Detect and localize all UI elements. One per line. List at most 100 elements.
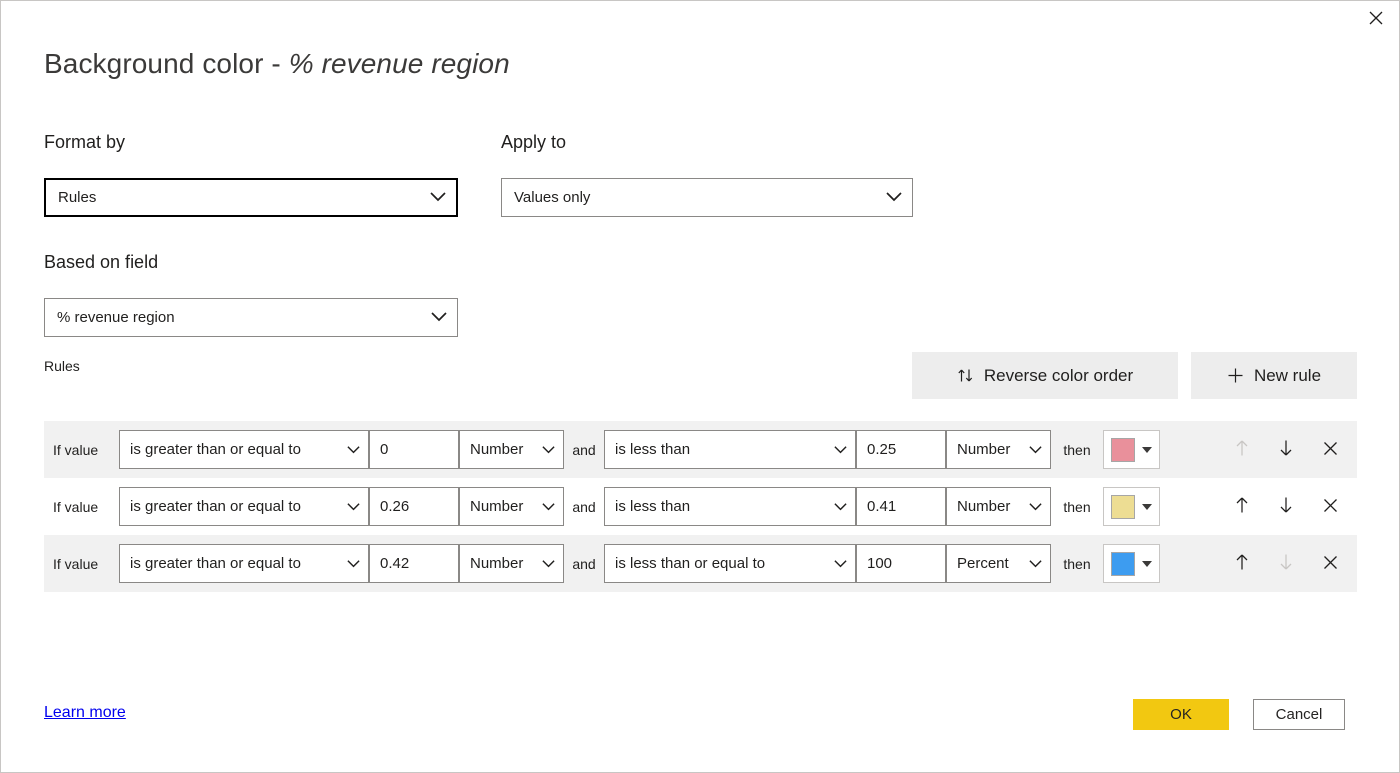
cancel-button[interactable]: Cancel: [1253, 699, 1345, 730]
close-button[interactable]: [1353, 1, 1399, 35]
rule-condition2-value: is less than or equal to: [615, 555, 766, 572]
sort-arrows-icon: [957, 367, 974, 384]
rule-condition1-value: is greater than or equal to: [130, 555, 301, 572]
apply-to-label: Apply to: [501, 132, 567, 152]
based-on-field-label: Based on field: [44, 252, 159, 272]
rule-condition1-value: is greater than or equal to: [130, 498, 301, 515]
rule-condition1-select[interactable]: is greater than or equal to: [119, 487, 369, 526]
delete-rule-button[interactable]: [1319, 553, 1341, 575]
rule-row: If value is greater than or equal to 0.42 N…: [44, 535, 1357, 592]
rule-unit1-value: Number: [470, 498, 524, 515]
rule-condition1-select[interactable]: is greater than or equal to: [119, 544, 369, 583]
and-label: and: [572, 441, 596, 458]
rule-condition1-value: is greater than or equal to: [130, 441, 301, 458]
chevron-down-icon: [886, 189, 902, 206]
close-x-icon: [1323, 441, 1338, 459]
dialog-title-field: % revenue region: [288, 48, 510, 79]
chevron-down-icon: [1142, 503, 1152, 510]
rule-unit1-select[interactable]: Number: [459, 430, 564, 469]
new-rule-button[interactable]: New rule: [1191, 352, 1357, 399]
chevron-down-icon: [542, 498, 555, 515]
rule-value2-text: 0.41: [867, 498, 897, 515]
delete-rule-button[interactable]: [1319, 439, 1341, 461]
ok-button[interactable]: OK: [1133, 699, 1229, 730]
reverse-color-order-button[interactable]: Reverse color order: [912, 352, 1178, 399]
plus-icon: [1227, 367, 1244, 384]
chevron-down-icon: [1142, 446, 1152, 453]
learn-more-link[interactable]: Learn more: [44, 704, 126, 722]
move-rule-down-button[interactable]: [1275, 496, 1297, 518]
format-by-label: Format by: [44, 132, 126, 152]
chevron-down-icon: [347, 441, 360, 458]
move-rule-up-button[interactable]: [1231, 553, 1253, 575]
rule-actions: [1231, 439, 1357, 461]
rule-condition2-value: is less than: [615, 498, 691, 515]
rule-actions: [1231, 553, 1357, 575]
rule-value1-input[interactable]: 0.42: [369, 544, 459, 583]
chevron-down-icon: [1029, 498, 1042, 515]
then-label: then: [1063, 498, 1091, 515]
rule-value2-input[interactable]: 0.41: [856, 487, 946, 526]
rule-unit2-select[interactable]: Percent: [946, 544, 1051, 583]
if-value-label: If value: [53, 441, 99, 458]
dialog-title: Background color - % revenue region: [44, 48, 510, 80]
rule-row: If value is greater than or equal to 0 Numb…: [44, 421, 1357, 478]
close-x-icon: [1323, 555, 1338, 573]
rule-value1-input[interactable]: 0.26: [369, 487, 459, 526]
chevron-down-icon: [542, 555, 555, 572]
rule-condition2-value: is less than: [615, 441, 691, 458]
chevron-down-icon: [1142, 560, 1152, 567]
rule-condition2-select[interactable]: is less than: [604, 430, 856, 469]
chevron-down-icon: [1029, 441, 1042, 458]
format-by-select[interactable]: Rules: [44, 178, 458, 217]
move-rule-up-button[interactable]: [1231, 496, 1253, 518]
rule-color-picker[interactable]: [1103, 544, 1160, 583]
rule-unit2-value: Number: [957, 498, 1011, 515]
arrow-down-icon: [1278, 439, 1294, 460]
rule-value2-input[interactable]: 100: [856, 544, 946, 583]
rule-value1-input[interactable]: 0: [369, 430, 459, 469]
chevron-down-icon: [430, 189, 446, 206]
rule-condition1-select[interactable]: is greater than or equal to: [119, 430, 369, 469]
rule-value2-text: 0.25: [867, 441, 897, 458]
chevron-down-icon: [834, 498, 847, 515]
then-label: then: [1063, 555, 1091, 572]
arrow-down-icon: [1278, 496, 1294, 517]
rule-value1-text: 0.42: [380, 555, 410, 572]
if-value-label: If value: [53, 498, 99, 515]
arrow-up-icon: [1234, 439, 1250, 460]
rule-color-picker[interactable]: [1103, 487, 1160, 526]
chevron-down-icon: [1029, 555, 1042, 572]
if-value-label: If value: [53, 555, 99, 572]
close-x-icon: [1323, 498, 1338, 516]
delete-rule-button[interactable]: [1319, 496, 1341, 518]
based-on-field-select[interactable]: % revenue region: [44, 298, 458, 337]
rule-condition2-select[interactable]: is less than or equal to: [604, 544, 856, 583]
rule-row: If value is greater than or equal to 0.26 N…: [44, 478, 1357, 535]
move-rule-down-button[interactable]: [1275, 439, 1297, 461]
background-color-dialog: Background color - % revenue region Form…: [0, 0, 1400, 773]
move-rule-down-button: [1275, 553, 1297, 575]
chevron-down-icon: [431, 309, 447, 326]
rule-unit1-value: Number: [470, 555, 524, 572]
rule-condition2-select[interactable]: is less than: [604, 487, 856, 526]
rule-unit2-select[interactable]: Number: [946, 430, 1051, 469]
rule-unit2-value: Number: [957, 441, 1011, 458]
rule-unit2-select[interactable]: Number: [946, 487, 1051, 526]
rule-unit2-value: Percent: [957, 555, 1009, 572]
and-label: and: [572, 555, 596, 572]
then-label: then: [1063, 441, 1091, 458]
rule-actions: [1231, 496, 1357, 518]
apply-to-select[interactable]: Values only: [501, 178, 913, 217]
rule-unit1-select[interactable]: Number: [459, 544, 564, 583]
rule-unit1-select[interactable]: Number: [459, 487, 564, 526]
rule-value1-text: 0.26: [380, 498, 410, 515]
rule-value2-input[interactable]: 0.25: [856, 430, 946, 469]
rule-value2-text: 100: [867, 555, 893, 572]
chevron-down-icon: [834, 441, 847, 458]
close-icon: [1369, 11, 1383, 25]
arrow-up-icon: [1234, 496, 1250, 517]
color-swatch: [1111, 494, 1135, 519]
new-rule-label: New rule: [1253, 365, 1322, 385]
rule-color-picker[interactable]: [1103, 430, 1160, 469]
